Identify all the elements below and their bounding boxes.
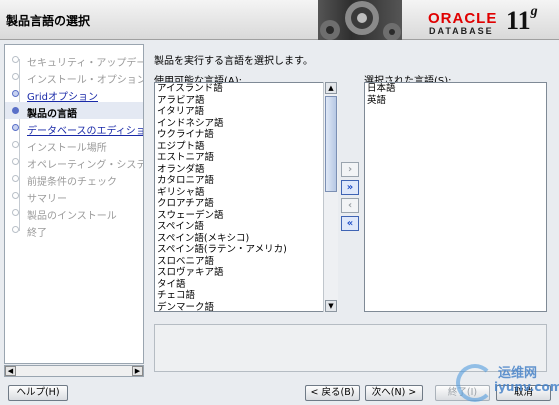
step-status-icon <box>12 158 19 165</box>
step-status-icon <box>12 73 19 80</box>
available-language-item[interactable]: ギリシャ語 <box>155 187 337 199</box>
nav-step-label: サマリー <box>27 194 67 204</box>
available-language-item[interactable]: スペイン語(メキシコ) <box>155 233 337 245</box>
available-language-item[interactable]: タイ語 <box>155 279 337 291</box>
nav-step-item: セキュリティ・アップデートの <box>5 51 143 68</box>
available-language-item[interactable]: エジプト語 <box>155 141 337 153</box>
step-status-icon <box>12 107 19 114</box>
step-status-icon <box>12 175 19 182</box>
nav-step-label: 製品の言語 <box>27 109 77 119</box>
available-language-item[interactable]: カタロニア語 <box>155 175 337 187</box>
gear-banner-icon <box>318 0 402 40</box>
available-language-item[interactable]: アラビア語 <box>155 95 337 107</box>
available-language-item[interactable]: スペイン語 <box>155 221 337 233</box>
nav-step-label: 製品のインストール <box>27 211 117 221</box>
nav-step-label: セキュリティ・アップデートの <box>27 58 143 68</box>
title-bar: 製品言語の選択 ORACLE DATABASE 11g <box>0 0 559 40</box>
available-languages-list[interactable]: アイスランド語 アラビア語 イタリア語 インドネシア語 ウクライナ語 エジプト語 エストニア… <box>154 82 338 312</box>
nav-step-label: インストール・オプション <box>27 75 144 85</box>
add-all-languages-button[interactable]: » <box>341 180 359 195</box>
available-language-item[interactable]: スペイン語(ラテン・アメリカ) <box>155 244 337 256</box>
description-area <box>154 324 547 372</box>
available-language-item[interactable]: エストニア語 <box>155 152 337 164</box>
step-status-icon <box>12 226 19 233</box>
remove-all-languages-button[interactable]: « <box>341 216 359 231</box>
remove-arrow-icon: ‹ <box>347 200 353 211</box>
selected-language-item[interactable]: 英語 <box>365 95 546 107</box>
nav-step-item: サマリー <box>5 187 143 204</box>
step-status-icon <box>12 90 19 97</box>
version-number: 11 <box>506 6 531 35</box>
available-language-item[interactable]: クロアチア語 <box>155 198 337 210</box>
nav-step-label: データベースのエディション <box>27 126 144 136</box>
available-language-item[interactable]: スウェーデン語 <box>155 210 337 222</box>
next-button[interactable]: 次へ(N) > <box>365 385 423 401</box>
nav-step-label: インストール場所 <box>27 143 107 153</box>
nav-step-label: Gridオプション <box>27 92 98 102</box>
remove-language-button[interactable]: ‹ <box>341 198 359 213</box>
nav-step-label: オペレーティング・システム・ <box>27 160 143 170</box>
nav-step-label: 前提条件のチェック <box>27 177 117 187</box>
main-panel: 製品を実行する言語を選択します。 使用可能な言語(A): 選択された言語(S):… <box>148 44 553 377</box>
step-navigation: セキュリティ・アップデートのインストール・オプション Gridオプション製品の言語… <box>4 44 144 364</box>
database-wordmark: DATABASE <box>429 26 494 36</box>
add-all-arrow-icon: » <box>346 182 354 193</box>
nav-step-item: 製品の言語 <box>5 102 143 119</box>
nav-step-item[interactable]: Gridオプション <box>5 85 143 102</box>
step-status-icon <box>12 124 19 131</box>
nav-step-item[interactable]: データベースのエディション <box>5 119 144 136</box>
available-language-item[interactable]: オランダ語 <box>155 164 337 176</box>
available-list-scrollbar[interactable]: ▲ ▼ <box>323 82 338 312</box>
cancel-button[interactable]: 取消 <box>496 385 551 401</box>
oracle-logo: ORACLE <box>428 10 498 27</box>
step-status-icon <box>12 56 19 63</box>
nav-step-item: インストール場所 <box>5 136 143 153</box>
selected-languages-list[interactable]: 日本語 英語 <box>364 82 547 312</box>
nav-horizontal-scrollbar[interactable]: ◀ ▶ <box>4 365 144 377</box>
nav-step-item: 前提条件のチェック <box>5 170 143 187</box>
scroll-right-arrow-icon[interactable]: ▶ <box>132 366 143 376</box>
help-button[interactable]: ヘルプ(H) <box>8 385 68 401</box>
available-language-item[interactable]: アイスランド語 <box>155 83 337 95</box>
available-language-item[interactable]: イタリア語 <box>155 106 337 118</box>
available-language-item[interactable]: チェコ語 <box>155 290 337 302</box>
available-language-item[interactable]: スロベニア語 <box>155 256 337 268</box>
remove-all-arrow-icon: « <box>346 218 354 229</box>
nav-step-label: 終了 <box>27 228 47 238</box>
nav-step-item: 製品のインストール <box>5 204 143 221</box>
nav-step-item: 終了 <box>5 221 143 238</box>
scroll-up-arrow-icon[interactable]: ▲ <box>325 82 337 94</box>
available-language-item[interactable]: インドネシア語 <box>155 118 337 130</box>
scroll-left-arrow-icon[interactable]: ◀ <box>5 366 16 376</box>
version-suffix: g <box>530 4 538 19</box>
add-arrow-icon: › <box>347 164 353 175</box>
add-language-button[interactable]: › <box>341 162 359 177</box>
version-logo: 11g <box>506 4 538 36</box>
back-button[interactable]: < 戻る(B) <box>305 385 360 401</box>
available-language-item[interactable]: デンマーク語 <box>155 302 337 312</box>
selected-language-item[interactable]: 日本語 <box>365 83 546 95</box>
step-status-icon <box>12 141 19 148</box>
step-status-icon <box>12 192 19 199</box>
available-language-item[interactable]: スロヴァキア語 <box>155 267 337 279</box>
nav-step-item: オペレーティング・システム・ <box>5 153 143 170</box>
nav-step-item: インストール・オプション <box>5 68 144 85</box>
instruction-text: 製品を実行する言語を選択します。 <box>154 56 313 67</box>
install-button[interactable]: 終了(I) <box>435 385 490 401</box>
available-language-item[interactable]: ウクライナ語 <box>155 129 337 141</box>
window-title: 製品言語の選択 <box>6 14 91 28</box>
scrollbar-thumb[interactable] <box>325 96 337 192</box>
scroll-down-arrow-icon[interactable]: ▼ <box>325 300 337 312</box>
step-status-icon <box>12 209 19 216</box>
